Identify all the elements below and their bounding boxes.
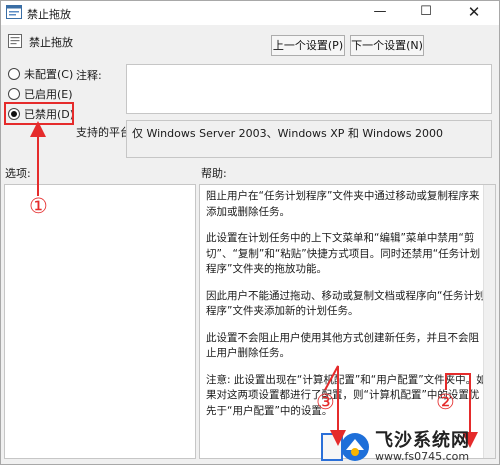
radio-enabled[interactable]: 已启用(E) (8, 86, 73, 102)
policy-dialog: 禁止拖放 — ☐ ✕ 禁止拖放 上一个设置(P) 下一个设置(N) 未配置(C)… (0, 0, 500, 465)
help-paragraph: 阻止用户在“任务计划程序”文件夹中通过移动或复制程序来添加或删除任务。 (206, 190, 480, 218)
help-paragraph: 因此用户不能通过拖动、移动或复制文档或程序向“任务计划程序”文件夹添加新的计划任… (206, 289, 485, 318)
watermark: 飞沙系统网 www.fs0745.com (340, 428, 500, 465)
watermark-title: 飞沙系统网 (375, 429, 470, 451)
help-scrollbar[interactable] (483, 185, 495, 458)
radio-circle[interactable] (8, 88, 20, 100)
window-title: 禁止拖放 (27, 8, 71, 21)
annotation-step2: ② (436, 390, 455, 414)
title-bar: 禁止拖放 — ☐ ✕ (1, 1, 499, 25)
minimize-icon[interactable]: — (357, 1, 403, 25)
previous-setting-button[interactable]: 上一个设置(P) (271, 35, 345, 56)
policy-setting-icon (8, 34, 22, 48)
next-setting-button[interactable]: 下一个设置(N) (350, 35, 424, 56)
radio-label: 已启用(E) (24, 88, 73, 101)
help-label: 帮助: (201, 167, 227, 180)
watermark-url: www.fs0745.com (375, 449, 470, 463)
close-icon[interactable]: ✕ (451, 1, 497, 25)
help-paragraph: 此设置不会阻止用户使用其他方式创建新任务，并且不会阻止用户删除任务。 (206, 331, 479, 360)
policy-app-icon (6, 5, 22, 19)
help-panel: 阻止用户在“任务计划程序”文件夹中通过移动或复制程序来添加或删除任务。 此设置在… (199, 184, 496, 459)
options-label: 选项: (5, 167, 31, 180)
maximize-icon[interactable]: ☐ (403, 1, 449, 25)
annotation-step1: ① (29, 194, 48, 218)
annotation-step3: ③ (316, 390, 335, 414)
highlight-box-disabled (4, 102, 74, 125)
comment-label: 注释: (76, 69, 102, 82)
supported-platform-value: 仅 Windows Server 2003、Windows XP 和 Windo… (126, 120, 492, 158)
help-paragraph: 此设置在计划任务中的上下文菜单和“编辑”菜单中禁用“剪切”、“复制”和“粘贴”快… (206, 232, 481, 275)
radio-circle[interactable] (8, 68, 20, 80)
radio-not-configured[interactable]: 未配置(C) (8, 66, 73, 82)
watermark-logo-icon (341, 432, 369, 461)
policy-name: 禁止拖放 (29, 36, 73, 49)
comment-textarea[interactable] (126, 64, 492, 114)
radio-label: 未配置(C) (24, 68, 74, 81)
options-panel (4, 184, 196, 459)
